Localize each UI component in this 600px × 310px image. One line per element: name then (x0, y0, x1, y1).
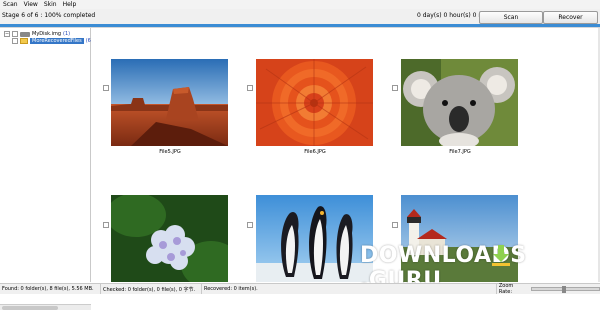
menu-scan[interactable]: Scan (0, 0, 21, 9)
download-arrow-icon (492, 245, 510, 266)
file-name: File7.JPG (449, 149, 471, 155)
zoom-slider-knob[interactable] (561, 286, 566, 293)
scan-progress-bar (0, 24, 600, 27)
disk-icon (20, 31, 30, 37)
scrollbar-thumb[interactable] (2, 306, 58, 310)
zoom-rate-label: Zoom Rate: (498, 283, 514, 295)
thumbnail-hydrangea[interactable] (111, 195, 228, 282)
collapse-icon[interactable]: − (4, 31, 10, 37)
file-checkbox[interactable] (247, 85, 253, 91)
thumbnail-koala[interactable] (401, 59, 518, 146)
folder-tree: − MyDisk.img (1) MoreRecoveredFiles (6 (0, 28, 91, 310)
tree-horizontal-scrollbar[interactable] (0, 304, 91, 310)
file-checkbox[interactable] (247, 222, 253, 228)
file-name: File5.JPG (159, 149, 181, 155)
file-checkbox[interactable] (103, 222, 109, 228)
watermark-logo: DOWNLOADS.GURU (352, 240, 600, 293)
file-checkbox[interactable] (103, 85, 109, 91)
tree-root-label: MyDisk.img (32, 31, 62, 37)
menu-view[interactable]: View (21, 0, 41, 9)
stage-bar: Stage 6 of 6 : 100% completed 0 day(s) 0… (0, 9, 600, 28)
tree-item-root[interactable]: − MyDisk.img (1) (4, 31, 70, 37)
status-checked: Checked: 0 folder(s), 0 file(s), 0 字节. (101, 284, 202, 294)
tree-root-count: (1) (63, 31, 71, 37)
menu-skin[interactable]: Skin (41, 0, 60, 9)
tree-child-count: (6 (85, 38, 91, 44)
scan-button[interactable]: Scan (479, 11, 543, 24)
status-bar: Found: 0 folder(s), 8 file(s), 5.56 MB. … (0, 283, 600, 295)
menu-help[interactable]: Help (60, 0, 80, 9)
tree-child-label: MoreRecoveredFiles (30, 38, 84, 44)
file-checkbox[interactable] (392, 85, 398, 91)
stage-status: Stage 6 of 6 : 100% completed (2, 12, 96, 19)
folder-icon (20, 38, 28, 44)
menu-bar: Scan View Skin Help (0, 0, 600, 9)
tree-child-checkbox[interactable] (12, 38, 18, 44)
tree-root-checkbox[interactable] (12, 31, 18, 37)
file-checkbox[interactable] (392, 222, 398, 228)
recover-button[interactable]: Recover (543, 11, 598, 24)
scan-progress-fill (0, 24, 600, 27)
tree-item-recovered[interactable]: MoreRecoveredFiles (6 (12, 38, 91, 44)
status-found: Found: 0 folder(s), 8 file(s), 5.56 MB. (0, 284, 101, 294)
thumbnail-desert-mesa[interactable] (111, 59, 228, 146)
file-name: File6.JPG (304, 149, 326, 155)
zoom-slider[interactable] (530, 286, 600, 293)
status-recovered: Recovered: 0 item(s). (202, 284, 497, 294)
thumbnail-red-flower[interactable] (256, 59, 373, 146)
